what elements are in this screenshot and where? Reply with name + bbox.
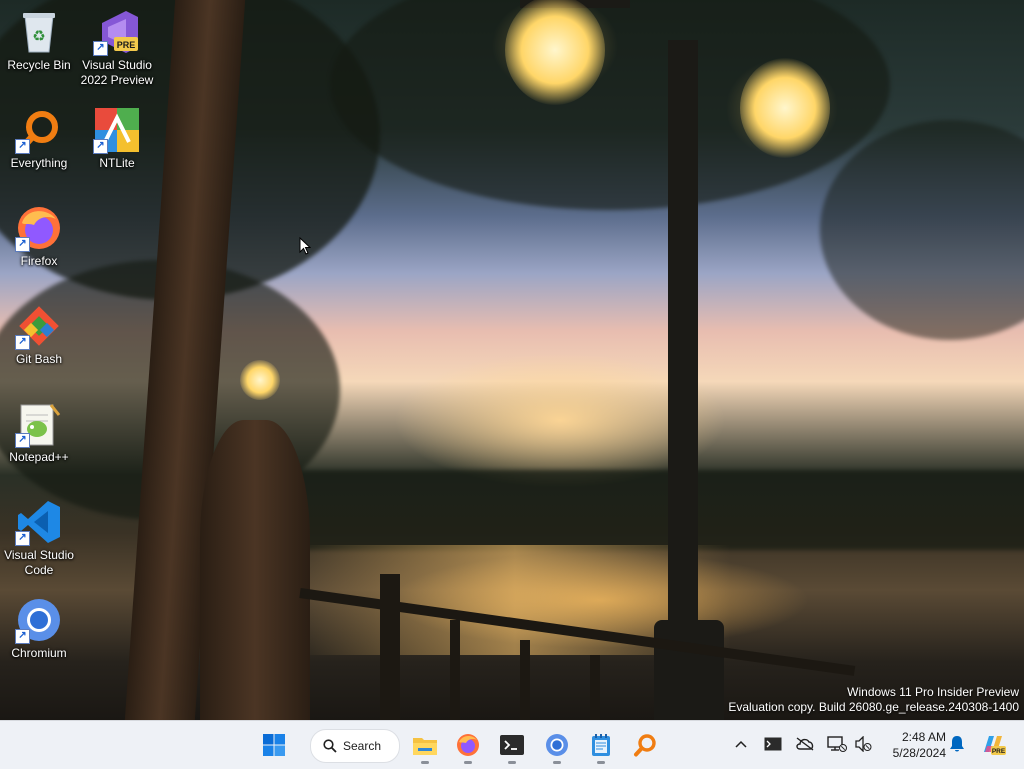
- chromium-icon: ↗: [15, 596, 63, 644]
- desktop-icon-firefox[interactable]: ↗ Firefox: [0, 200, 78, 292]
- ntlite-icon: ↗: [93, 106, 141, 154]
- shortcut-arrow-icon: ↗: [15, 629, 30, 644]
- notifications-button[interactable]: [946, 733, 968, 755]
- desktop-icon-git-bash[interactable]: ↗ Git Bash: [0, 298, 78, 390]
- search-label: Search: [343, 739, 382, 753]
- recycle-bin-icon: ♻: [15, 8, 63, 56]
- mouse-pointer-icon: [299, 237, 311, 255]
- running-indicator: [597, 761, 605, 764]
- desktop-icon-label: Visual Studio Code: [4, 548, 74, 577]
- cloud-offline-icon: [796, 737, 814, 751]
- file-explorer-icon: [413, 738, 437, 755]
- notepad-plus-plus-icon: ↗: [15, 400, 63, 448]
- git-bash-icon: ↗: [15, 302, 63, 350]
- bell-icon: [950, 736, 964, 752]
- shortcut-arrow-icon: ↗: [15, 237, 30, 252]
- desktop-wallpaper: ♻ Recycle Bin PRE ↗ Visual Studio 2022 P…: [0, 0, 1024, 720]
- everything-search-icon: ↗: [15, 106, 63, 154]
- running-indicator: [553, 761, 561, 764]
- desktop-icon-label: Git Bash: [15, 352, 63, 366]
- svg-text:PRE: PRE: [992, 748, 1006, 755]
- copilot-icon: PRE: [984, 736, 1006, 755]
- tray-onedrive-button[interactable]: [794, 733, 816, 755]
- chromium-icon: [546, 734, 568, 756]
- shortcut-arrow-icon: ↗: [93, 139, 108, 154]
- chevron-up-icon: [735, 740, 747, 748]
- desktop-icon-label: Recycle Bin: [7, 58, 71, 72]
- shortcut-arrow-icon: ↗: [93, 41, 108, 56]
- taskbar: Search 2:48 AM 5/28/2024 PRE: [0, 720, 1024, 769]
- taskbar-clock[interactable]: 2:48 AM 5/28/2024: [880, 729, 946, 761]
- clock-time: 2:48 AM: [901, 730, 946, 744]
- svg-text:PRE: PRE: [117, 40, 136, 50]
- tray-network-button[interactable]: [826, 733, 848, 755]
- taskbar-app-chromium[interactable]: [537, 725, 577, 765]
- shortcut-arrow-icon: ↗: [15, 139, 30, 154]
- taskbar-search-box[interactable]: Search: [310, 729, 400, 763]
- watermark-build: Evaluation copy. Build 26080.ge_release.…: [728, 700, 1019, 714]
- tray-volume-button[interactable]: [852, 733, 874, 755]
- desktop-icon-label: Visual Studio 2022 Preview: [80, 58, 154, 87]
- copilot-button[interactable]: PRE: [980, 733, 1006, 755]
- desktop-icon-label: NTLite: [99, 156, 135, 170]
- vscode-icon: ↗: [15, 498, 63, 546]
- everything-search-icon: [634, 734, 656, 757]
- search-icon: [323, 739, 337, 753]
- desktop-icon-label: Firefox: [20, 254, 58, 268]
- taskbar-app-terminal[interactable]: [492, 725, 532, 765]
- show-hidden-icons-button[interactable]: [730, 733, 752, 755]
- desktop-icon-recycle-bin[interactable]: ♻ Recycle Bin: [0, 4, 78, 96]
- desktop-icon-everything[interactable]: ↗ Everything: [0, 102, 78, 194]
- desktop-icon-notepad-plus-plus[interactable]: ↗ Notepad++: [0, 396, 78, 488]
- console-icon: [764, 737, 782, 751]
- evaluation-watermark: Windows 11 Pro Insider Preview Evaluatio…: [728, 685, 1019, 715]
- start-button[interactable]: [254, 725, 294, 765]
- taskbar-app-firefox[interactable]: [448, 725, 488, 765]
- taskbar-app-file-explorer[interactable]: [405, 725, 445, 765]
- shortcut-arrow-icon: ↗: [15, 335, 30, 350]
- svg-text:♻: ♻: [32, 28, 45, 45]
- shortcut-arrow-icon: ↗: [15, 433, 30, 448]
- desktop-icon-chromium[interactable]: ↗ Chromium: [0, 592, 78, 684]
- watermark-edition: Windows 11 Pro Insider Preview: [847, 685, 1019, 699]
- taskbar-app-notepad[interactable]: [581, 725, 621, 765]
- clock-date: 5/28/2024: [892, 746, 946, 760]
- visual-studio-icon: PRE ↗: [93, 8, 141, 56]
- firefox-icon: [457, 734, 479, 756]
- running-indicator: [508, 761, 516, 764]
- desktop-icon-visual-studio[interactable]: PRE ↗ Visual Studio 2022 Preview: [78, 4, 156, 96]
- tray-terminal-button[interactable]: [762, 733, 784, 755]
- running-indicator: [464, 761, 472, 764]
- notepad-icon: [592, 734, 610, 756]
- running-indicator: [421, 761, 429, 764]
- desktop-icon-label: Everything: [10, 156, 68, 170]
- network-disconnected-icon: [827, 736, 847, 752]
- volume-muted-icon: [855, 736, 872, 752]
- firefox-icon: ↗: [15, 204, 63, 252]
- desktop-icon-label: Notepad++: [9, 450, 69, 464]
- windows-logo-icon: [263, 734, 285, 756]
- taskbar-app-everything[interactable]: [625, 725, 665, 765]
- desktop-icon-ntlite[interactable]: ↗ NTLite: [78, 102, 156, 194]
- desktop-icon-vscode[interactable]: ↗ Visual Studio Code: [0, 494, 78, 586]
- desktop-icon-label: Chromium: [11, 646, 67, 660]
- terminal-icon: [500, 735, 524, 755]
- shortcut-arrow-icon: ↗: [15, 531, 30, 546]
